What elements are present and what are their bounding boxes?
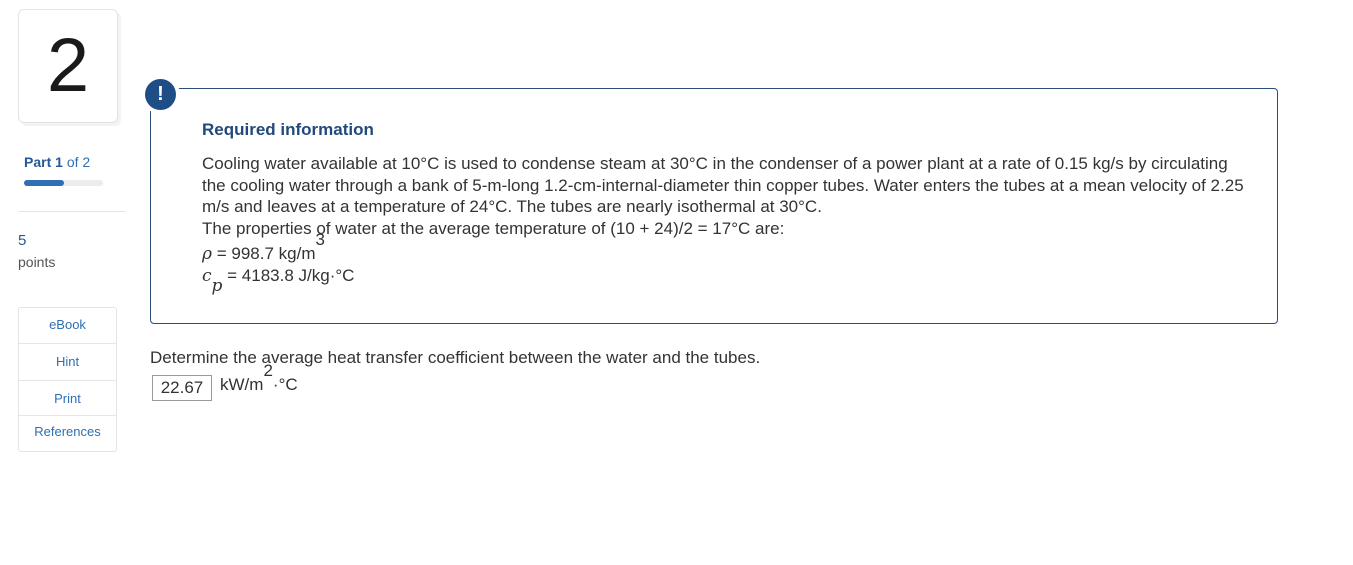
- points-label: points: [18, 254, 56, 270]
- part-progress-bar: [24, 180, 103, 186]
- cp-subscript: p: [211, 276, 223, 297]
- part-current: 1: [55, 154, 63, 170]
- exclamation-icon: !: [145, 79, 176, 110]
- unit-exponent: 2: [263, 361, 273, 380]
- question-number-card: 2: [18, 9, 118, 123]
- answer-unit: kW/m2·°C: [220, 362, 298, 395]
- part-progress-fill: [24, 180, 64, 186]
- hint-link[interactable]: Hint: [19, 344, 116, 381]
- problem-paragraph: Cooling water available at 10°C is used …: [202, 154, 1244, 216]
- required-information-title: Required information: [202, 120, 374, 139]
- properties-intro: The properties of water at the average t…: [202, 218, 785, 238]
- density-property: ρ = 998.7 kg/m3: [202, 231, 325, 264]
- references-link[interactable]: References: [19, 416, 116, 451]
- rho-exponent: 3: [315, 230, 325, 249]
- specific-heat-property: cp = 4183.8 J/kg·°C: [202, 266, 355, 295]
- part-prefix: Part: [24, 154, 52, 170]
- question-number: 2: [46, 23, 90, 108]
- unit-suffix: ·°C: [272, 375, 298, 394]
- rho-symbol: ρ: [202, 244, 212, 264]
- required-information-text: Cooling water available at 10°C is used …: [202, 153, 1252, 239]
- part-indicator: Part 1 of 2: [24, 154, 90, 170]
- rho-value: = 998.7 kg/m: [212, 244, 316, 263]
- ebook-link[interactable]: eBook: [19, 308, 116, 344]
- cp-symbol: c: [202, 266, 212, 286]
- part-of-total: of 2: [66, 154, 91, 170]
- sidebar-divider: [18, 211, 126, 212]
- print-link[interactable]: Print: [19, 381, 116, 416]
- points-value: 5: [18, 232, 27, 249]
- answer-field[interactable]: 22.67: [152, 375, 212, 401]
- tools-panel: eBook Hint Print References: [18, 307, 117, 452]
- unit-prefix: kW/m: [220, 375, 264, 394]
- cp-value: = 4183.8 J/kg·°C: [222, 266, 355, 285]
- question-prompt: Determine the average heat transfer coef…: [150, 348, 761, 367]
- question-page: 2 Part 1 of 2 5 points eBook Hint Print …: [0, 0, 1353, 565]
